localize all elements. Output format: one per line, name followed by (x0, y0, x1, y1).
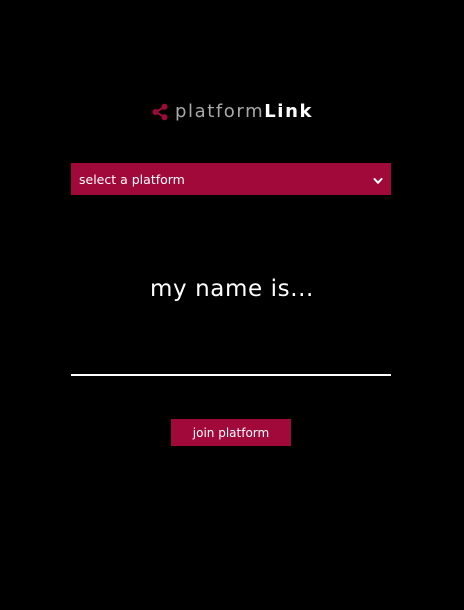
name-prompt: my name is... (150, 276, 314, 302)
chevron-down-icon (373, 174, 383, 184)
platform-select-label: select a platform (79, 171, 185, 187)
logo-text: platformLink (175, 101, 313, 123)
join-platform-button[interactable]: join platform (171, 419, 291, 446)
logo-text-link: Link (264, 101, 314, 122)
platform-select[interactable]: select a platform (71, 163, 391, 195)
share-icon (151, 103, 169, 121)
logo-text-platform: platform (174, 101, 265, 122)
name-input[interactable] (71, 330, 391, 376)
app-logo: platformLink (0, 101, 464, 123)
